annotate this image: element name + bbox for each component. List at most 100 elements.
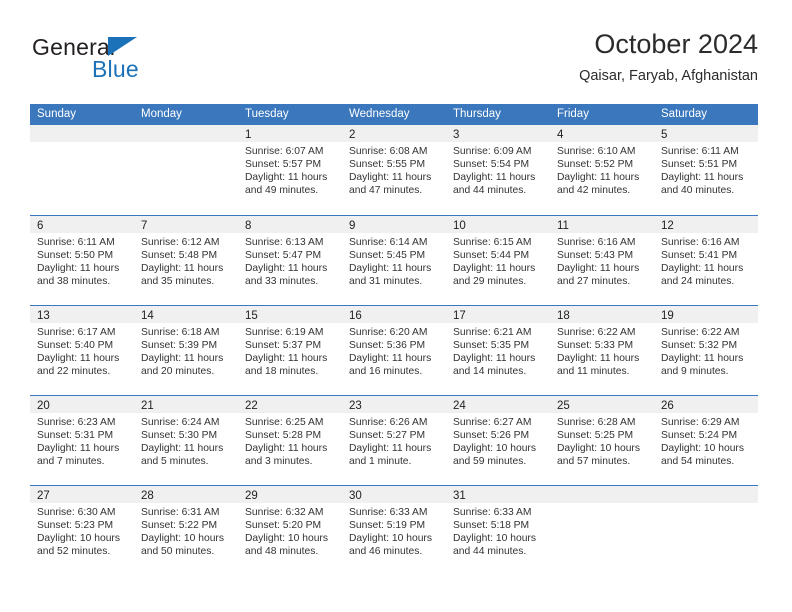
sunrise-text: Sunrise: 6:17 AM: [37, 327, 116, 338]
calendar-day-cell[interactable]: 24 Sunrise: 6:27 AM Sunset: 5:26 PM Dayligh…: [446, 396, 550, 485]
day-sun-info: Sunrise: 6:29 AM Sunset: 5:24 PM Daylight:…: [654, 413, 758, 468]
day-sun-info: Sunrise: 6:16 AM Sunset: 5:43 PM Daylight:…: [550, 233, 654, 288]
calendar-day-cell[interactable]: 12 Sunrise: 6:16 AM Sunset: 5:41 PM Dayligh…: [654, 216, 758, 305]
sunset-text: Sunset: 5:23 PM: [37, 520, 114, 532]
day-number-band: 14: [134, 306, 238, 323]
sunrise-text: Sunrise: 6:24 AM: [141, 417, 220, 428]
calendar-day-cell[interactable]: 15 Sunrise: 6:19 AM Sunset: 5:37 PM Dayligh…: [238, 306, 342, 395]
day-number: 28: [141, 490, 154, 502]
sunset-text: Sunset: 5:35 PM: [453, 340, 530, 352]
day-sun-info: Sunrise: 6:21 AM Sunset: 5:35 PM Daylight:…: [446, 323, 550, 378]
weekday-header-thursday: Thursday: [453, 108, 501, 120]
calendar-day-cell[interactable]: 17 Sunrise: 6:21 AM Sunset: 5:35 PM Dayligh…: [446, 306, 550, 395]
daylight-text: Daylight: 11 hours and 29 minutes.: [453, 263, 536, 288]
day-number-band: 13: [30, 306, 134, 323]
daylight-text: Daylight: 11 hours and 5 minutes.: [141, 443, 224, 468]
day-number: 4: [557, 129, 564, 141]
daylight-text: Daylight: 11 hours and 47 minutes.: [349, 172, 432, 197]
day-number: 23: [349, 400, 362, 412]
calendar-week-row: 27 Sunrise: 6:30 AM Sunset: 5:23 PM Dayligh…: [30, 485, 758, 575]
sunrise-text: Sunrise: 6:16 AM: [661, 237, 740, 248]
calendar-day-cell[interactable]: 6 Sunrise: 6:11 AM Sunset: 5:50 PM Daylight…: [30, 216, 134, 305]
calendar-week-row: 20 Sunrise: 6:23 AM Sunset: 5:31 PM Dayligh…: [30, 395, 758, 485]
calendar-day-cell[interactable]: 23 Sunrise: 6:26 AM Sunset: 5:27 PM Dayligh…: [342, 396, 446, 485]
calendar-day-cell[interactable]: 7 Sunrise: 6:12 AM Sunset: 5:48 PM Daylight…: [134, 216, 238, 305]
daylight-text: Daylight: 11 hours and 1 minute.: [349, 443, 432, 468]
day-number-band: 2: [342, 125, 446, 142]
day-number: 31: [453, 490, 466, 502]
calendar-day-cell[interactable]: 1 Sunrise: 6:07 AM Sunset: 5:57 PM Daylight…: [238, 125, 342, 215]
daylight-text: Daylight: 11 hours and 11 minutes.: [557, 353, 640, 378]
day-sun-info: Sunrise: 6:16 AM Sunset: 5:41 PM Daylight:…: [654, 233, 758, 288]
sunset-text: Sunset: 5:37 PM: [245, 340, 322, 352]
logo-triangle-icon: [108, 37, 137, 56]
sunrise-text: Sunrise: 6:28 AM: [557, 417, 636, 428]
calendar-day-cell[interactable]: 28 Sunrise: 6:31 AM Sunset: 5:22 PM Dayligh…: [134, 486, 238, 575]
calendar-day-cell[interactable]: 5 Sunrise: 6:11 AM Sunset: 5:51 PM Daylight…: [654, 125, 758, 215]
calendar-day-cell[interactable]: 10 Sunrise: 6:15 AM Sunset: 5:44 PM Dayligh…: [446, 216, 550, 305]
sunrise-text: Sunrise: 6:08 AM: [349, 146, 428, 157]
sunset-text: Sunset: 5:24 PM: [661, 430, 738, 442]
sunrise-text: Sunrise: 6:07 AM: [245, 146, 324, 157]
daylight-text: Daylight: 11 hours and 3 minutes.: [245, 443, 328, 468]
day-sun-info: Sunrise: 6:20 AM Sunset: 5:36 PM Daylight:…: [342, 323, 446, 378]
calendar-day-cell[interactable]: 9 Sunrise: 6:14 AM Sunset: 5:45 PM Daylight…: [342, 216, 446, 305]
calendar-day-cell-empty: [30, 125, 134, 215]
calendar-day-cell[interactable]: 21 Sunrise: 6:24 AM Sunset: 5:30 PM Dayligh…: [134, 396, 238, 485]
calendar-day-cell[interactable]: 22 Sunrise: 6:25 AM Sunset: 5:28 PM Dayligh…: [238, 396, 342, 485]
calendar-day-cell[interactable]: 25 Sunrise: 6:28 AM Sunset: 5:25 PM Dayligh…: [550, 396, 654, 485]
calendar-day-cell[interactable]: 2 Sunrise: 6:08 AM Sunset: 5:55 PM Daylight…: [342, 125, 446, 215]
calendar-day-cell[interactable]: 11 Sunrise: 6:16 AM Sunset: 5:43 PM Dayligh…: [550, 216, 654, 305]
day-number-band: 26: [654, 396, 758, 413]
day-sun-info: Sunrise: 6:13 AM Sunset: 5:47 PM Daylight:…: [238, 233, 342, 288]
day-number-band: 20: [30, 396, 134, 413]
day-number: 6: [37, 220, 44, 232]
sunrise-text: Sunrise: 6:25 AM: [245, 417, 324, 428]
calendar-day-cell[interactable]: 3 Sunrise: 6:09 AM Sunset: 5:54 PM Daylight…: [446, 125, 550, 215]
day-sun-info: Sunrise: 6:33 AM Sunset: 5:19 PM Daylight:…: [342, 503, 446, 558]
day-number-band: 15: [238, 306, 342, 323]
day-sun-info: Sunrise: 6:33 AM Sunset: 5:18 PM Daylight:…: [446, 503, 550, 558]
calendar-day-cell[interactable]: 30 Sunrise: 6:33 AM Sunset: 5:19 PM Dayligh…: [342, 486, 446, 575]
calendar-day-cell[interactable]: 20 Sunrise: 6:23 AM Sunset: 5:31 PM Dayligh…: [30, 396, 134, 485]
day-number-band: 22: [238, 396, 342, 413]
calendar-day-cell[interactable]: 8 Sunrise: 6:13 AM Sunset: 5:47 PM Daylight…: [238, 216, 342, 305]
sunrise-text: Sunrise: 6:27 AM: [453, 417, 532, 428]
sunset-text: Sunset: 5:31 PM: [37, 430, 114, 442]
calendar-day-cell[interactable]: 31 Sunrise: 6:33 AM Sunset: 5:18 PM Dayligh…: [446, 486, 550, 575]
day-sun-info: Sunrise: 6:08 AM Sunset: 5:55 PM Daylight:…: [342, 142, 446, 197]
day-number: 7: [141, 220, 148, 232]
day-number-band: 29: [238, 486, 342, 503]
calendar-day-cell[interactable]: 4 Sunrise: 6:10 AM Sunset: 5:52 PM Daylight…: [550, 125, 654, 215]
calendar-day-cell[interactable]: 13 Sunrise: 6:17 AM Sunset: 5:40 PM Dayligh…: [30, 306, 134, 395]
calendar-day-cell[interactable]: 18 Sunrise: 6:22 AM Sunset: 5:33 PM Dayligh…: [550, 306, 654, 395]
calendar-day-cell[interactable]: 19 Sunrise: 6:22 AM Sunset: 5:32 PM Dayligh…: [654, 306, 758, 395]
page-title: October 2024: [594, 29, 758, 59]
day-number-band: 25: [550, 396, 654, 413]
sunset-text: Sunset: 5:22 PM: [141, 520, 218, 532]
day-number-band: 27: [30, 486, 134, 503]
sunrise-text: Sunrise: 6:21 AM: [453, 327, 532, 338]
sunset-text: Sunset: 5:41 PM: [661, 250, 738, 262]
daylight-text: Daylight: 10 hours and 54 minutes.: [661, 443, 744, 468]
calendar-day-cell[interactable]: 16 Sunrise: 6:20 AM Sunset: 5:36 PM Dayligh…: [342, 306, 446, 395]
general-blue-logo[interactable]: General Blue: [32, 34, 272, 92]
sunrise-text: Sunrise: 6:18 AM: [141, 327, 220, 338]
day-number: 15: [245, 310, 258, 322]
day-sun-info: Sunrise: 6:28 AM Sunset: 5:25 PM Daylight:…: [550, 413, 654, 468]
calendar-day-cell[interactable]: 14 Sunrise: 6:18 AM Sunset: 5:39 PM Dayligh…: [134, 306, 238, 395]
calendar-day-cell[interactable]: 26 Sunrise: 6:29 AM Sunset: 5:24 PM Dayligh…: [654, 396, 758, 485]
daylight-text: Daylight: 11 hours and 33 minutes.: [245, 263, 328, 288]
sunset-text: Sunset: 5:19 PM: [349, 520, 426, 532]
sunrise-text: Sunrise: 6:09 AM: [453, 146, 532, 157]
day-sun-info: Sunrise: 6:25 AM Sunset: 5:28 PM Daylight:…: [238, 413, 342, 468]
day-number-band: 16: [342, 306, 446, 323]
day-sun-info: Sunrise: 6:24 AM Sunset: 5:30 PM Daylight:…: [134, 413, 238, 468]
day-sun-info: Sunrise: 6:11 AM Sunset: 5:50 PM Daylight:…: [30, 233, 134, 288]
page-header: General Blue October 2024 Qaisar, Faryab…: [30, 28, 758, 96]
calendar-day-cell[interactable]: 29 Sunrise: 6:32 AM Sunset: 5:20 PM Dayligh…: [238, 486, 342, 575]
sunset-text: Sunset: 5:25 PM: [557, 430, 634, 442]
day-number-band: 8: [238, 216, 342, 233]
day-number-band: 5: [654, 125, 758, 142]
calendar-day-cell[interactable]: 27 Sunrise: 6:30 AM Sunset: 5:23 PM Dayligh…: [30, 486, 134, 575]
